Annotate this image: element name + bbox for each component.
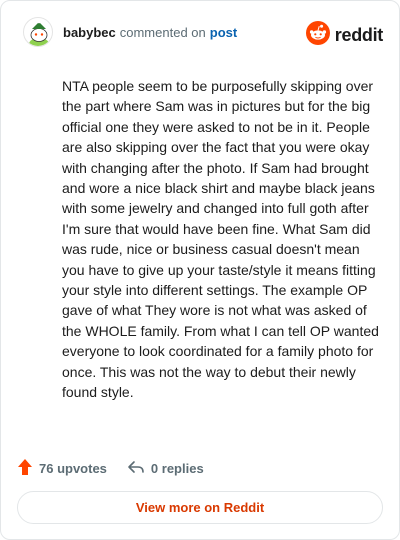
reply-arrow-icon: [127, 459, 145, 478]
upvote-arrow-icon: [17, 458, 33, 479]
comment-byline: babybec commented on post: [63, 25, 237, 40]
comment-embed-card: babybec commented on post reddit NTA peo…: [0, 0, 400, 540]
user-avatar-icon[interactable]: [23, 17, 53, 47]
reddit-snoo-logo-icon: [305, 21, 330, 50]
byline-action-text: commented on: [119, 24, 206, 40]
comment-body: NTA people seem to be purposefully skipp…: [62, 78, 379, 401]
comment-footer: 76 upvotes 0 replies: [17, 458, 204, 479]
post-link[interactable]: post: [210, 25, 237, 40]
username-link[interactable]: babybec: [63, 25, 116, 40]
replies-count: 0 replies: [150, 461, 204, 476]
upvotes-count: 76 upvotes: [39, 461, 107, 476]
reddit-wordmark: reddit: [334, 25, 384, 45]
replies-stat[interactable]: 0 replies: [127, 459, 204, 478]
upvotes-stat[interactable]: 76 upvotes: [17, 458, 107, 479]
view-more-on-reddit-button[interactable]: View more on Reddit: [17, 491, 383, 524]
comment-header: babybec commented on post: [23, 17, 237, 47]
reddit-logo[interactable]: reddit: [305, 21, 384, 50]
